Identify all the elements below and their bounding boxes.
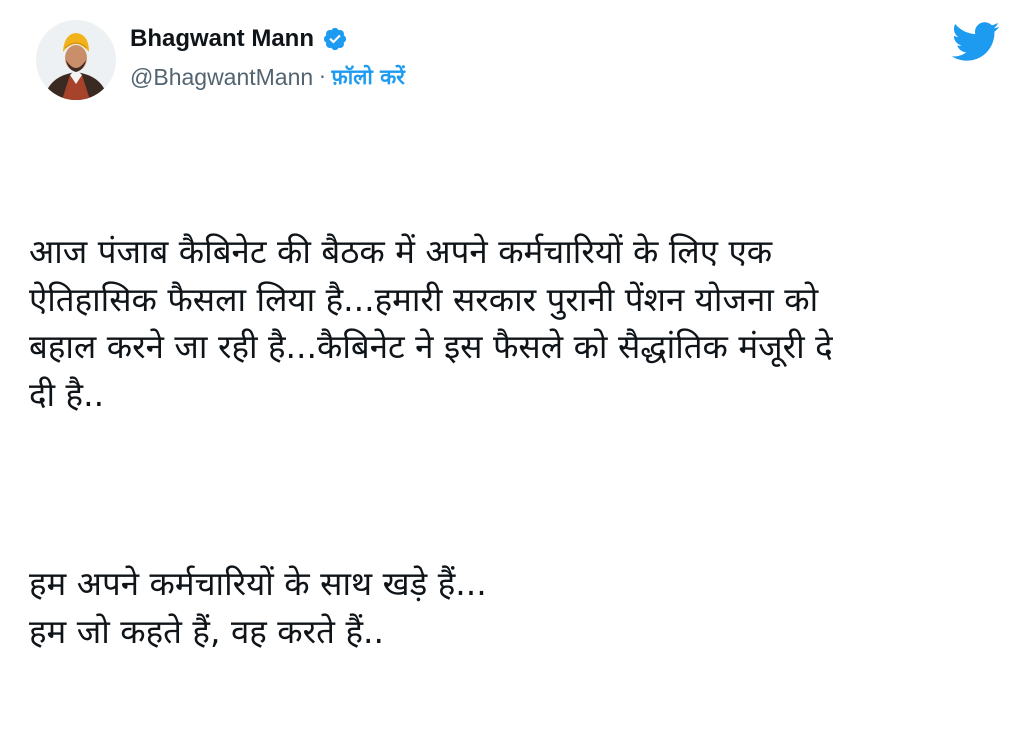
separator-dot: · bbox=[319, 65, 326, 89]
tweet-paragraph-2: हम अपने कर्मचारियों के साथ खड़े हैं... ह… bbox=[29, 564, 487, 651]
verified-badge-icon bbox=[322, 26, 348, 52]
tweet-text: आज पंजाब कैबिनेट की बैठक में अपने कर्मचा… bbox=[29, 133, 1004, 750]
tweet-card: Bhagwant Mann @BhagwantMann · फ़ॉलो करें… bbox=[0, 0, 1024, 651]
author-handle[interactable]: @BhagwantMann bbox=[130, 64, 313, 91]
author-block: Bhagwant Mann @BhagwantMann · फ़ॉलो करें bbox=[130, 22, 405, 94]
author-handle-row: @BhagwantMann · फ़ॉलो करें bbox=[130, 60, 405, 94]
author-name[interactable]: Bhagwant Mann bbox=[130, 25, 314, 53]
follow-button[interactable]: फ़ॉलो करें bbox=[332, 63, 405, 91]
avatar[interactable] bbox=[36, 20, 116, 100]
author-name-row: Bhagwant Mann bbox=[130, 22, 405, 56]
twitter-bird-icon[interactable] bbox=[951, 22, 1000, 62]
tweet-paragraph-1: आज पंजाब कैबिनेट की बैठक में अपने कर्मचा… bbox=[29, 232, 833, 414]
